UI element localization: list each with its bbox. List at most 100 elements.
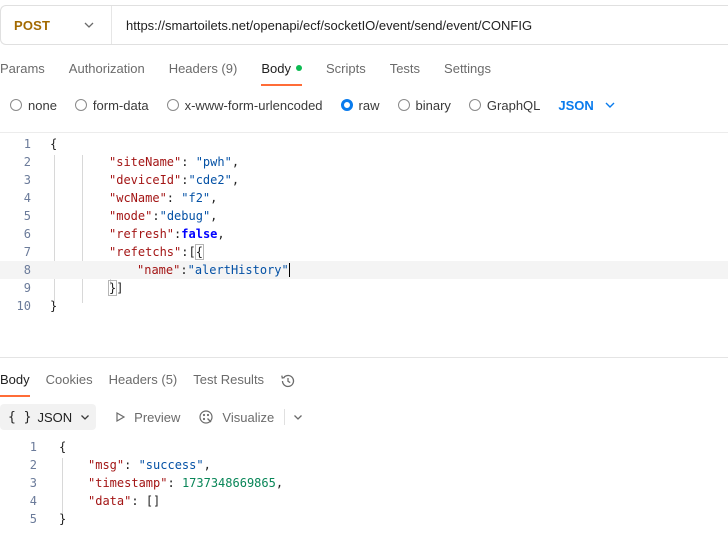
body-option-raw[interactable]: raw <box>340 97 380 113</box>
json-key: "deviceId" <box>109 173 182 187</box>
tab-authorization[interactable]: Authorization <box>69 58 145 82</box>
code-line: 5} <box>0 510 728 528</box>
line-number: 1 <box>29 440 37 454</box>
code-text: "timestamp": 1737348669865, <box>88 476 284 490</box>
code-text: } <box>59 512 67 526</box>
radio-form-data[interactable] <box>74 99 87 111</box>
code-line: 10} <box>0 297 728 315</box>
line-number: 4 <box>29 494 37 508</box>
body-indicator-dot <box>295 65 302 71</box>
body-option-binary[interactable]: binary <box>397 98 451 113</box>
response-format-select[interactable]: { } JSON <box>0 404 97 430</box>
body-option-label: x-www-form-urlencoded <box>184 97 323 113</box>
pane-divider[interactable] <box>0 357 728 358</box>
radio-raw[interactable] <box>340 99 353 111</box>
code-text: "refresh":false, <box>109 227 225 241</box>
response-format-label: JSON <box>37 409 73 425</box>
code-text: "refetchs":[{ <box>109 244 204 260</box>
line-number: 1 <box>23 137 31 151</box>
chevron-down-icon[interactable] <box>293 412 303 422</box>
json-key: "wcName" <box>109 191 167 205</box>
code-line: 2 "siteName": "pwh", <box>0 153 728 171</box>
toolbar-separator <box>284 409 286 425</box>
code-text: { <box>50 137 58 151</box>
body-option-label: form-data <box>92 97 149 113</box>
code-text: "wcName": "f2", <box>109 191 218 205</box>
line-number: 3 <box>29 476 37 490</box>
body-option-label: GraphQL <box>486 97 541 113</box>
response-tab-test-results[interactable]: Test Results <box>193 369 264 393</box>
url-input[interactable]: https://smartoilets.net/openapi/ecf/sock… <box>112 18 532 33</box>
code-text: "msg": "success", <box>88 458 211 472</box>
tab-body[interactable]: Body <box>261 58 302 86</box>
json-key: "msg" <box>88 458 125 472</box>
code-line: 3 "timestamp": 1737348669865, <box>0 474 728 492</box>
response-tab-headers[interactable]: Headers (5) <box>109 369 178 393</box>
body-option-label: raw <box>358 97 380 113</box>
code-text: "data": [] <box>88 494 161 508</box>
json-key: "refresh" <box>109 227 175 241</box>
json-key: "refetchs" <box>109 245 182 259</box>
line-number: 5 <box>23 209 31 223</box>
response-body-viewer[interactable]: 1{ 2 "msg": "success", 3 "timestamp": 1737… <box>0 436 728 536</box>
radio-urlencoded[interactable] <box>166 99 179 111</box>
code-text: }] <box>107 280 124 296</box>
method-label: POST <box>14 17 51 33</box>
json-key: "timestamp" <box>88 476 168 490</box>
body-option-form-data[interactable]: form-data <box>74 97 149 113</box>
chevron-down-icon <box>84 22 94 28</box>
request-tabs: Params Authorization Headers (9) Body Sc… <box>0 58 515 86</box>
body-option-urlencoded[interactable]: x-www-form-urlencoded <box>166 97 323 113</box>
code-text: "siteName": "pwh", <box>109 155 240 169</box>
code-line: 6 "refresh":false, <box>0 225 728 243</box>
radio-graphql[interactable] <box>468 99 481 111</box>
code-line: 1{ <box>0 438 728 456</box>
request-body-editor[interactable]: 1{ 2 "siteName": "pwh", 3 "deviceId":"cde2… <box>0 132 728 317</box>
json-key: "name" <box>137 263 181 277</box>
line-number: 9 <box>23 281 31 295</box>
response-tab-cookies[interactable]: Cookies <box>46 369 93 393</box>
response-tab-body[interactable]: Body <box>0 369 30 397</box>
radio-binary[interactable] <box>397 99 410 111</box>
code-line: 3 "deviceId":"cde2", <box>0 171 728 189</box>
preview-button[interactable]: Preview <box>114 410 180 425</box>
json-key: "data" <box>88 494 132 508</box>
json-value: false <box>181 227 218 241</box>
body-type-options: none form-data x-www-form-urlencoded raw… <box>10 95 616 115</box>
tab-tests[interactable]: Tests <box>390 58 420 82</box>
tab-settings[interactable]: Settings <box>444 58 491 82</box>
play-icon <box>116 411 126 423</box>
line-number: 3 <box>23 173 31 187</box>
body-option-none[interactable]: none <box>10 98 57 113</box>
braces-icon: { } <box>8 409 32 425</box>
code-line: 1{ <box>0 135 728 153</box>
line-number: 4 <box>23 191 31 205</box>
radio-none[interactable] <box>10 99 22 111</box>
text-cursor <box>288 263 290 277</box>
code-line: 9}] <box>0 279 728 297</box>
json-value: "f2" <box>181 191 211 205</box>
method-selector[interactable]: POST <box>1 6 112 44</box>
json-value: [] <box>145 494 161 508</box>
code-text: "name":"alertHistory" <box>137 263 290 277</box>
line-number: 2 <box>23 155 31 169</box>
tab-scripts[interactable]: Scripts <box>326 58 366 82</box>
body-format-select[interactable]: JSON <box>558 98 615 113</box>
chevron-down-icon <box>81 415 90 420</box>
line-number: 5 <box>29 512 37 526</box>
response-tabs: Body Cookies Headers (5) Test Results <box>0 369 296 397</box>
code-text: { <box>59 440 67 454</box>
tab-params[interactable]: Params <box>0 58 45 82</box>
json-value: "success" <box>138 458 204 472</box>
json-value: "cde2" <box>188 173 232 187</box>
body-option-graphql[interactable]: GraphQL <box>468 97 541 113</box>
code-text: } <box>50 299 58 313</box>
code-text: "mode":"debug", <box>109 209 218 223</box>
tab-headers[interactable]: Headers (9) <box>169 58 238 82</box>
visualize-button[interactable]: Visualize <box>198 409 274 425</box>
line-number: 7 <box>23 245 31 259</box>
visualize-icon <box>199 410 214 424</box>
code-line-active: 8 "name":"alertHistory" <box>0 261 728 279</box>
history-icon[interactable] <box>280 373 296 389</box>
code-line: 7 "refetchs":[{ <box>0 243 728 261</box>
